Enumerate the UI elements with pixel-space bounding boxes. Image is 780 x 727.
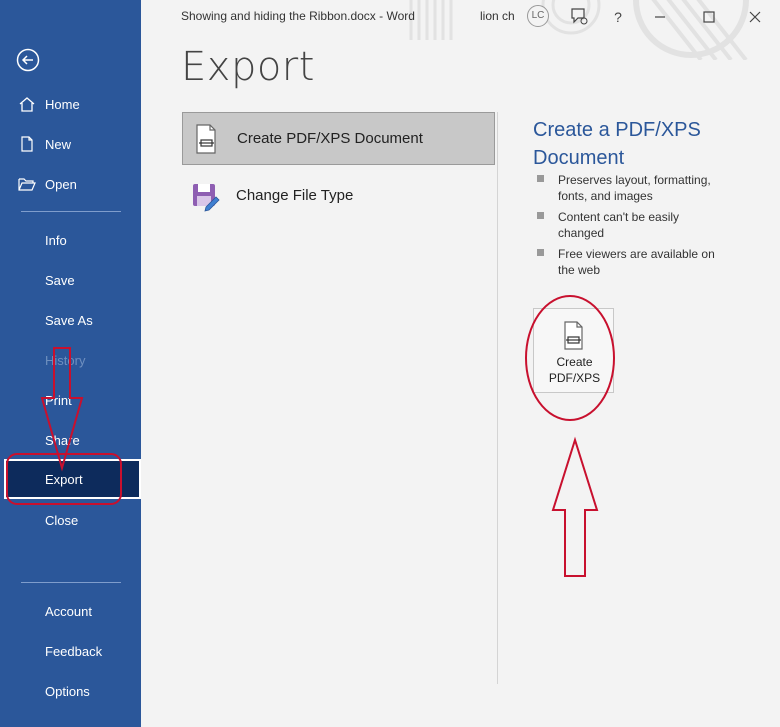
sidebar-item-label: History [45, 352, 86, 368]
panel-title: Create a PDF/XPS Document [533, 119, 701, 169]
sidebar-item-label: Open [45, 176, 77, 192]
option-label: Create PDF/XPS Document [237, 130, 423, 147]
backstage-sidebar: Home New Open Info Save Save As History … [0, 0, 141, 727]
document-title: Showing and hiding the Ribbon.docx - Wor… [181, 9, 415, 23]
option-label: Change File Type [236, 187, 354, 204]
bullet-text: Free viewers are available on the web [558, 247, 715, 277]
feedback-icon[interactable] [569, 6, 591, 28]
sidebar-item-label: Print [45, 392, 72, 408]
sidebar-divider [21, 582, 121, 583]
open-folder-icon [18, 178, 36, 191]
sidebar-item-label: New [45, 136, 72, 152]
bullet-marker [537, 175, 544, 182]
help-icon[interactable]: ? [607, 6, 629, 28]
bullet-marker [537, 212, 544, 219]
sidebar-item-feedback[interactable]: Feedback [0, 631, 141, 671]
maximize-icon[interactable] [698, 6, 720, 28]
sidebar-item-open[interactable]: Open [0, 164, 141, 204]
user-name[interactable]: lion ch [480, 9, 515, 23]
sidebar-item-share[interactable]: Share [0, 420, 141, 460]
page-title: Export [181, 44, 315, 90]
pdf-document-icon [564, 321, 583, 350]
sidebar-item-options[interactable]: Options [0, 671, 141, 711]
sidebar-item-label: Save [45, 272, 75, 288]
sidebar-item-label: Home [45, 96, 80, 112]
sidebar-item-close[interactable]: Close [0, 500, 141, 540]
home-icon [19, 97, 35, 112]
sidebar-item-label: Info [45, 232, 67, 248]
sidebar-item-label: Feedback [45, 643, 103, 659]
close-icon[interactable] [744, 6, 766, 28]
sidebar-item-export[interactable]: Export [4, 459, 141, 499]
sidebar-item-label: Options [45, 683, 90, 699]
bullet-text: Preserves layout, formatting, fonts, and… [558, 173, 711, 203]
title-bar: Showing and hiding the Ribbon.docx - Wor… [141, 0, 780, 32]
sidebar-item-label: Account [45, 603, 92, 619]
new-document-icon [21, 136, 33, 152]
sidebar-divider [21, 211, 121, 212]
back-arrow-icon[interactable] [16, 48, 40, 72]
sidebar-item-label: Close [45, 512, 79, 528]
sidebar-item-info[interactable]: Info [0, 220, 141, 260]
sidebar-item-home[interactable]: Home [0, 84, 141, 124]
sidebar-item-history: History [0, 340, 141, 380]
create-pdf-xps-button[interactable]: Create PDF/XPS [533, 308, 614, 393]
bullet-marker [537, 249, 544, 256]
sidebar-item-label: Export [45, 471, 83, 487]
change-file-type-icon [193, 184, 220, 212]
export-option-change-file-type[interactable]: Change File Type [182, 170, 495, 223]
svg-text:?: ? [614, 9, 622, 25]
sidebar-item-save-as[interactable]: Save As [0, 300, 141, 340]
create-pdf-xps-label: Create PDF/XPS [548, 355, 601, 385]
sidebar-item-label: Share [45, 432, 80, 448]
sidebar-item-label: Save As [45, 312, 93, 328]
pdf-document-icon [196, 124, 216, 154]
sidebar-item-account[interactable]: Account [0, 591, 141, 631]
bullet-text: Content can't be easily changed [558, 210, 680, 240]
backstage-main: Showing and hiding the Ribbon.docx - Wor… [141, 0, 780, 727]
sidebar-item-print[interactable]: Print [0, 380, 141, 420]
export-option-create-pdf[interactable]: Create PDF/XPS Document [182, 112, 495, 165]
sidebar-item-new[interactable]: New [0, 124, 141, 164]
user-avatar[interactable]: LC [527, 5, 549, 27]
panel-divider [497, 112, 498, 684]
sidebar-item-save[interactable]: Save [0, 260, 141, 300]
minimize-icon[interactable] [649, 6, 671, 28]
